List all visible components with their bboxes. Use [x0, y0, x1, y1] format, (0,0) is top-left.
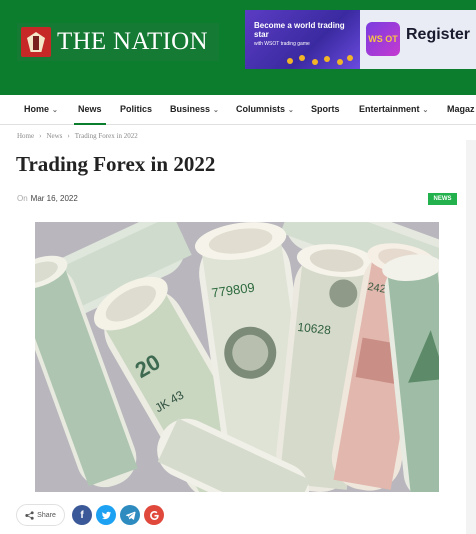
nav-label: Columnists [236, 104, 286, 114]
nav-label: Magaz [447, 104, 475, 114]
ad-brand-logo-icon: WS OT [366, 22, 400, 56]
chevron-down-icon: ⌄ [288, 107, 294, 114]
google-icon [149, 510, 159, 520]
nav-label: Home [24, 104, 50, 114]
article-meta: On Mar 16, 2022 [17, 194, 78, 203]
chevron-right-icon: › [67, 132, 70, 140]
rolled-dollar-bills-image: 20 JK 43 K11 779809 10628 [35, 222, 439, 492]
article-title: Trading Forex in 2022 [16, 152, 216, 176]
nav-label: Entertainment [359, 104, 420, 114]
logo-text: THE NATION [57, 28, 208, 55]
telegram-icon [125, 511, 136, 520]
nav-item-news[interactable]: News [74, 95, 105, 125]
nav-item-home[interactable]: Home ⌄ [24, 95, 58, 124]
google-share-button[interactable] [144, 505, 164, 525]
nav-item-columnists[interactable]: Columnists ⌄ [236, 95, 294, 124]
nav-item-magazine[interactable]: Magaz [447, 95, 475, 124]
breadcrumb-news[interactable]: News [46, 132, 62, 140]
nav-item-politics[interactable]: Politics [120, 95, 152, 124]
chevron-right-icon: › [39, 132, 42, 140]
advertisement-banner[interactable]: Become a world trading star with WSOT tr… [245, 10, 476, 69]
breadcrumb-current: Trading Forex in 2022 [74, 132, 138, 140]
ad-subtext: with WSOT trading game [254, 41, 310, 47]
ad-register-button[interactable]: Register [406, 26, 470, 44]
share-label: Share [37, 511, 56, 519]
sidebar-edge [466, 140, 476, 534]
share-icon [25, 510, 34, 520]
nav-item-sports[interactable]: Sports [311, 95, 340, 124]
chevron-down-icon: ⌄ [422, 107, 429, 114]
date-prefix: On [17, 194, 28, 203]
breadcrumb: Home › News › Trading Forex in 2022 [17, 132, 138, 140]
nav-item-entertainment[interactable]: Entertainment ⌄ [359, 95, 428, 124]
telegram-share-button[interactable] [120, 505, 140, 525]
site-header: THE NATION Become a world trading star w… [0, 0, 476, 95]
category-badge[interactable]: NEWS [428, 193, 457, 205]
article-featured-image: 20 JK 43 K11 779809 10628 [35, 222, 439, 492]
ad-headline: Become a world trading star [254, 21, 345, 39]
breadcrumb-home[interactable]: Home [17, 132, 34, 140]
site-logo[interactable]: THE NATION [17, 23, 219, 61]
nav-label: Sports [311, 104, 340, 114]
logo-emblem-icon [21, 27, 51, 57]
article-date: Mar 16, 2022 [30, 194, 78, 203]
nav-label: News [78, 104, 102, 114]
nav-label: Politics [120, 104, 153, 114]
main-navigation: Home ⌄ News Politics Business ⌄ Columnists… [0, 95, 476, 125]
ad-promo-panel: Become a world trading star with WSOT tr… [245, 10, 360, 69]
chevron-down-icon: ⌄ [52, 107, 58, 114]
facebook-icon: f [80, 509, 84, 521]
twitter-share-button[interactable] [96, 505, 116, 525]
facebook-share-button[interactable]: f [72, 505, 92, 525]
nav-label: Business [170, 104, 211, 114]
ad-coins-decoration [285, 54, 355, 66]
twitter-icon [101, 511, 111, 519]
nav-item-business[interactable]: Business ⌄ [170, 95, 219, 124]
chevron-down-icon: ⌄ [213, 107, 219, 114]
share-button[interactable]: Share [16, 504, 65, 526]
